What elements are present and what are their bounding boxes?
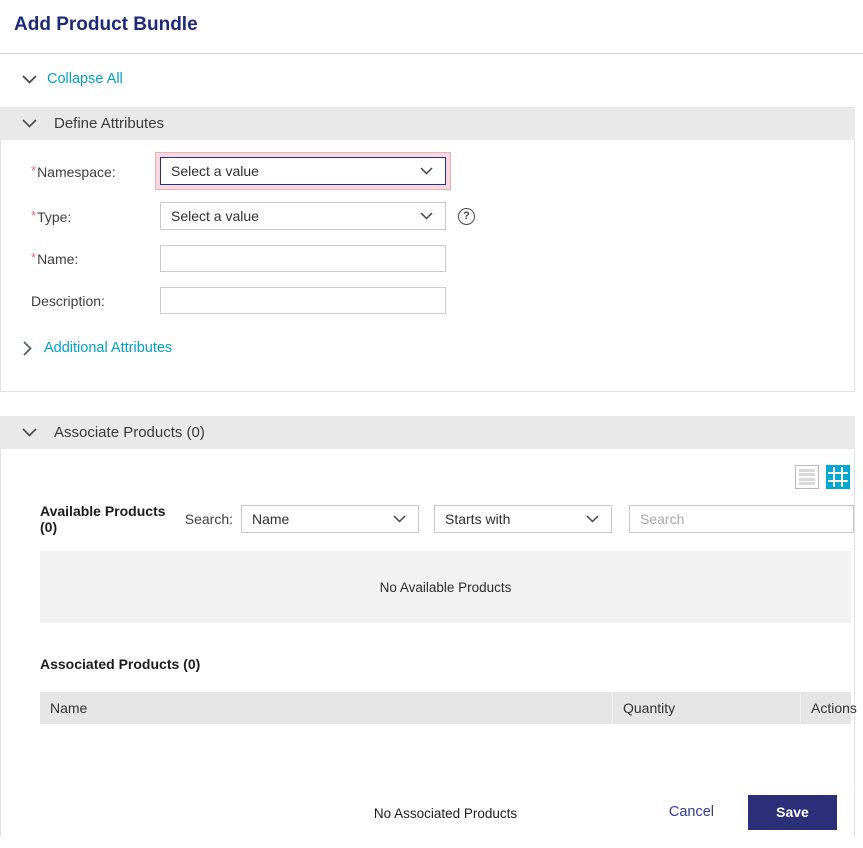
column-header-quantity[interactable]: Quantity bbox=[612, 692, 800, 724]
search-field-value: Name bbox=[252, 511, 290, 527]
associate-products-header[interactable]: Associate Products (0) bbox=[0, 416, 855, 449]
type-select-value: Select a value bbox=[171, 208, 259, 224]
save-button[interactable]: Save bbox=[748, 794, 837, 830]
chevron-down-icon bbox=[393, 515, 406, 523]
list-view-icon[interactable] bbox=[795, 465, 819, 489]
description-label: Description: bbox=[31, 292, 105, 309]
name-input[interactable] bbox=[160, 245, 446, 272]
title-divider bbox=[0, 53, 863, 54]
description-input[interactable] bbox=[160, 287, 446, 314]
search-input[interactable] bbox=[629, 505, 854, 533]
required-asterisk: * bbox=[31, 207, 37, 223]
column-header-name[interactable]: Name bbox=[40, 692, 612, 724]
section-title: Associate Products (0) bbox=[54, 424, 205, 441]
namespace-select[interactable]: Select a value bbox=[160, 157, 446, 185]
type-row: *Type: Select a value ? bbox=[31, 202, 854, 230]
required-asterisk: * bbox=[31, 162, 37, 178]
associated-products-table-header: Name Quantity Actions bbox=[40, 692, 857, 724]
associated-empty-message: No Associated Products bbox=[373, 806, 518, 821]
search-operator-value: Starts with bbox=[445, 511, 511, 527]
additional-attributes-label: Additional Attributes bbox=[44, 340, 173, 356]
collapse-all-label: Collapse All bbox=[47, 71, 123, 87]
chevron-down-icon bbox=[420, 167, 433, 175]
chevron-down-icon bbox=[420, 212, 433, 220]
available-products-label: Available Products (0) bbox=[40, 503, 166, 535]
chevron-down-icon bbox=[22, 74, 37, 84]
type-label: *Type: bbox=[31, 207, 72, 225]
collapse-all-button[interactable]: Collapse All bbox=[22, 69, 123, 89]
chevron-down-icon bbox=[22, 119, 37, 128]
associate-products-section: Associate Products (0) Available Product… bbox=[0, 416, 857, 836]
chevron-down-icon bbox=[586, 515, 599, 523]
footer-actions: Cancel Save bbox=[669, 794, 837, 830]
grid-view-icon[interactable] bbox=[826, 465, 850, 489]
associate-products-body: Available Products (0) Search: Name Star… bbox=[0, 449, 857, 836]
name-label: *Name: bbox=[31, 250, 79, 267]
section-title: Define Attributes bbox=[54, 115, 165, 132]
add-product-bundle-page: { "page": { "title": "Add Product Bundle… bbox=[0, 14, 863, 848]
required-asterisk: * bbox=[31, 250, 37, 265]
available-empty-message: No Available Products bbox=[379, 579, 512, 595]
namespace-row: *Namespace: Select a value bbox=[31, 157, 854, 185]
chevron-right-icon bbox=[23, 340, 32, 356]
available-products-toolbar: Available Products (0) Search: Name Star… bbox=[40, 503, 854, 535]
description-row: Description: bbox=[31, 287, 854, 314]
view-toggles bbox=[1, 449, 854, 489]
define-attributes-body: *Namespace: Select a value *Type: Select… bbox=[0, 140, 855, 392]
footer-row: No Associated Products Cancel Save bbox=[40, 794, 851, 830]
define-attributes-section: Define Attributes *Namespace: Select a v… bbox=[0, 107, 855, 392]
additional-attributes-toggle[interactable]: Additional Attributes bbox=[23, 340, 854, 391]
page-title: Add Product Bundle bbox=[14, 14, 198, 35]
define-attributes-header[interactable]: Define Attributes bbox=[0, 107, 855, 140]
search-label: Search: bbox=[184, 511, 233, 527]
namespace-select-value: Select a value bbox=[171, 163, 259, 179]
chevron-down-icon bbox=[22, 428, 37, 437]
search-field-select[interactable]: Name bbox=[241, 505, 419, 533]
associated-products-label: Associated Products (0) bbox=[40, 656, 201, 672]
available-products-empty-box: No Available Products bbox=[40, 551, 851, 623]
cancel-button[interactable]: Cancel bbox=[669, 804, 714, 820]
help-icon[interactable]: ? bbox=[458, 207, 475, 225]
namespace-label: *Namespace: bbox=[31, 162, 116, 180]
column-header-actions: Actions bbox=[800, 692, 857, 724]
name-row: *Name: bbox=[31, 245, 854, 272]
type-select[interactable]: Select a value bbox=[160, 202, 446, 230]
search-operator-select[interactable]: Starts with bbox=[434, 505, 612, 533]
